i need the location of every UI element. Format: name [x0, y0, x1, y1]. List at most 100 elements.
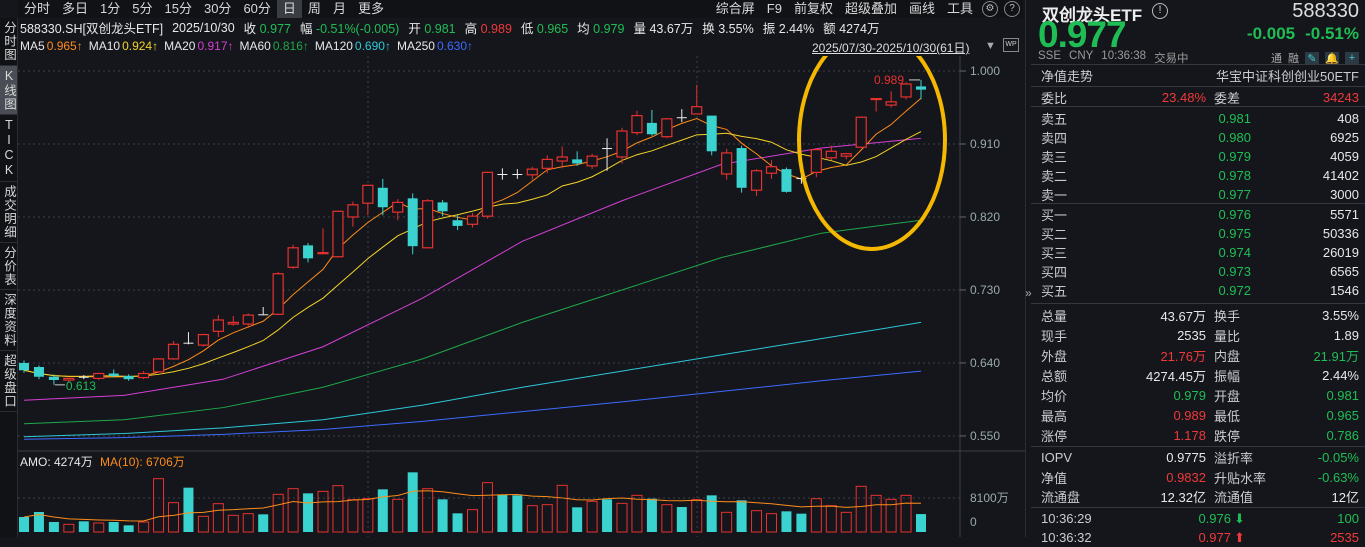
candle[interactable] — [362, 184, 374, 216]
candle[interactable] — [287, 244, 299, 269]
candle[interactable] — [197, 333, 209, 347]
nav-trend-row[interactable]: 净值走势 华宝中证科创创业50ETF — [1041, 66, 1359, 85]
candle[interactable] — [646, 109, 657, 136]
text-bids-0-label: 买一 — [1041, 208, 1068, 223]
candle[interactable] — [137, 371, 150, 380]
candle[interactable] — [332, 210, 344, 258]
period-tab[interactable]: 1分 — [94, 0, 126, 18]
nav-trend-link[interactable]: 净值走势 — [1041, 66, 1093, 85]
candle[interactable] — [258, 307, 269, 316]
wp-icon[interactable]: WP — [1003, 38, 1019, 52]
left-tab[interactable]: K线图 — [0, 65, 17, 115]
period-tab[interactable]: 日 — [276, 0, 302, 18]
candle[interactable] — [152, 358, 165, 373]
text-stats-5-l2: 最低 — [1214, 409, 1241, 424]
period-tab[interactable]: 60分 — [237, 0, 276, 18]
candle[interactable] — [497, 168, 508, 180]
candle[interactable] — [227, 315, 239, 326]
text-stats-1-v2: 1.89 — [1333, 328, 1359, 343]
volume-bar — [840, 511, 852, 533]
period-tab[interactable]: 5分 — [126, 0, 158, 18]
period-tab[interactable]: 30分 — [198, 0, 237, 18]
candle[interactable] — [123, 374, 134, 381]
volume-bar — [781, 511, 792, 532]
candle[interactable] — [810, 148, 822, 178]
left-tab[interactable]: 分价表 — [0, 243, 17, 290]
left-tab[interactable]: 超级盘口 — [0, 351, 17, 412]
volume-bar — [810, 498, 822, 533]
candle[interactable] — [556, 146, 568, 169]
candle[interactable] — [317, 228, 329, 255]
left-tab[interactable]: 成交明细 — [0, 182, 17, 243]
candle[interactable] — [167, 341, 180, 360]
candle[interactable] — [586, 153, 598, 170]
candle[interactable] — [303, 242, 314, 263]
candle[interactable] — [347, 201, 359, 227]
text-bids-3-price: 0.973 — [1218, 264, 1251, 279]
period-tab[interactable]: 15分 — [159, 0, 198, 18]
dropdown-triangle-icon[interactable]: ▼ — [985, 40, 996, 52]
candle[interactable] — [706, 115, 717, 156]
candle-body — [466, 215, 479, 225]
info-icon[interactable]: ! — [1152, 3, 1168, 19]
candle[interactable] — [272, 272, 284, 316]
settings-gear-icon[interactable]: ⚙ — [982, 1, 998, 17]
help-icon[interactable]: ? — [1004, 1, 1020, 17]
toolbar-button[interactable]: 超级叠加 — [839, 0, 903, 18]
candle[interactable] — [466, 212, 479, 228]
candle[interactable] — [721, 148, 733, 180]
candle[interactable] — [870, 97, 882, 112]
toolbar-button[interactable]: 前复权 — [788, 0, 839, 18]
left-tab[interactable]: TICK — [0, 115, 17, 182]
left-tab[interactable]: 分时图 — [0, 18, 17, 66]
candle[interactable] — [183, 332, 194, 345]
volume-bar — [481, 482, 493, 533]
text-bids-1-label: 买二 — [1041, 227, 1068, 242]
date-range-selector[interactable]: 2025/07/30-2025/10/30(61日) — [812, 39, 969, 56]
candle[interactable] — [736, 145, 747, 193]
period-tab[interactable]: 月 — [327, 0, 352, 18]
candle[interactable] — [631, 110, 643, 136]
edit-pencil-icon[interactable]: ✎ — [1305, 51, 1319, 65]
volume-bar — [602, 499, 613, 532]
period-tab[interactable]: 分时 — [18, 0, 56, 18]
candle[interactable] — [676, 109, 687, 123]
text-fund_stats-1-l2: 升贴水率 — [1214, 470, 1267, 486]
candle[interactable] — [602, 138, 613, 171]
period-tab[interactable]: 更多 — [352, 0, 390, 18]
candle[interactable] — [750, 169, 763, 196]
period-tab[interactable]: 周 — [302, 0, 327, 18]
candle[interactable] — [691, 84, 703, 115]
candle[interactable] — [840, 152, 852, 160]
period-tab[interactable]: 多日 — [56, 0, 94, 18]
candle[interactable] — [661, 118, 673, 139]
candle[interactable] — [781, 167, 792, 193]
text-stats-3-l1: 总额 — [1041, 369, 1068, 384]
candle[interactable] — [422, 199, 434, 249]
add-icon[interactable]: + — [1345, 52, 1359, 64]
candle[interactable] — [855, 116, 867, 149]
bid-row: 买三 0.974 26019 — [1041, 243, 1359, 262]
toolbar-button[interactable]: 综合屏 — [710, 0, 761, 18]
candle[interactable] — [407, 193, 418, 255]
toolbar-button[interactable]: F9 — [761, 0, 788, 18]
alert-bell-icon[interactable]: 🔔 — [1325, 51, 1339, 65]
left-tab[interactable]: 深度资料 — [0, 290, 17, 351]
candle-body — [721, 152, 733, 175]
candle[interactable] — [212, 315, 224, 338]
candle[interactable] — [437, 199, 448, 217]
ma-legend-item: MA120 0.690↑ — [315, 39, 391, 55]
candle[interactable] — [885, 91, 897, 108]
toolbar-button[interactable]: 画线 — [903, 0, 941, 18]
candle[interactable] — [512, 169, 523, 179]
candle[interactable] — [541, 155, 553, 174]
candle[interactable] — [616, 127, 628, 164]
candle[interactable] — [33, 365, 44, 380]
text-stats-0-v1: 43.67万 — [1160, 309, 1206, 324]
toolbar-button[interactable]: 工具 — [941, 0, 979, 18]
candle-body — [916, 86, 926, 90]
candle[interactable] — [916, 79, 926, 100]
high-marker-label: 0.989 — [874, 73, 904, 87]
candle[interactable] — [481, 171, 494, 219]
candle[interactable] — [526, 166, 538, 180]
